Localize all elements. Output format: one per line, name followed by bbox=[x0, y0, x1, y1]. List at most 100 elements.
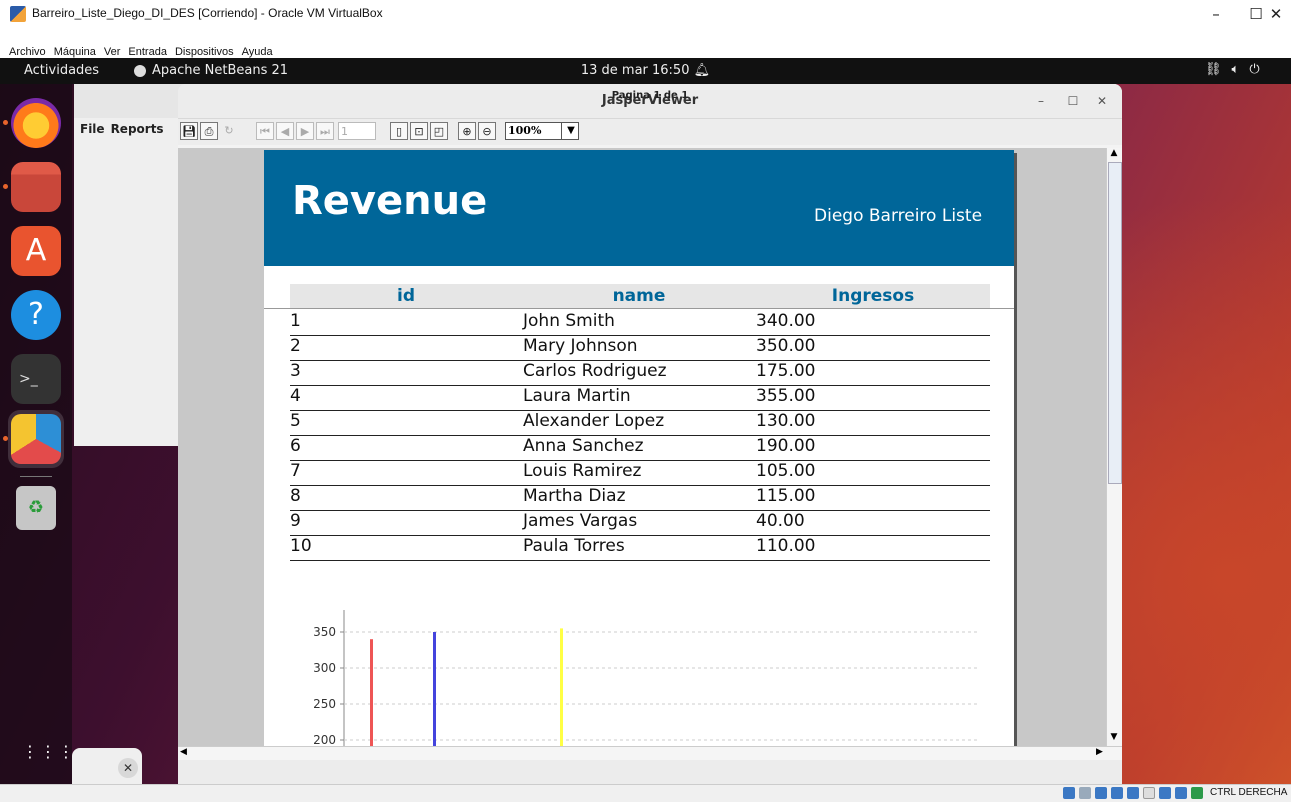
reload-icon[interactable]: ↻ bbox=[220, 122, 238, 140]
menu-entrada[interactable]: Entrada bbox=[128, 46, 167, 58]
zoom-in-icon[interactable]: ⊕ bbox=[458, 122, 476, 140]
table-row: 8 Martha Diaz 115.00 bbox=[290, 485, 990, 511]
table-row: 4 Laura Martin 355.00 bbox=[290, 385, 990, 411]
zoom-out-icon[interactable]: ⊖ bbox=[478, 122, 496, 140]
files-icon[interactable] bbox=[11, 162, 61, 212]
mouse-integration-icon[interactable] bbox=[1191, 787, 1203, 799]
save-icon[interactable]: 💾︎ bbox=[180, 122, 198, 140]
last-page-icon[interactable]: ⏭ bbox=[316, 122, 334, 140]
menu-ver[interactable]: Ver bbox=[104, 46, 121, 58]
gnome-top-bar: Actividades Apache NetBeans 21 13 de mar… bbox=[0, 58, 1291, 84]
scroll-right-icon[interactable]: ▶ bbox=[1096, 747, 1103, 757]
menu-ayuda[interactable]: Ayuda bbox=[242, 46, 273, 58]
trash-icon[interactable]: ♻ bbox=[16, 486, 56, 530]
virtualbox-logo-icon bbox=[10, 6, 26, 22]
recording-icon[interactable] bbox=[1175, 787, 1187, 799]
help-icon[interactable]: ? bbox=[11, 290, 61, 340]
cell-ingresos: 350.00 bbox=[756, 336, 816, 356]
y-tick-label: 250 bbox=[313, 697, 336, 711]
window-title: Barreiro_Liste_Diego_DI_DES [Corriendo] … bbox=[32, 6, 383, 20]
netbeans-icon[interactable] bbox=[11, 414, 61, 464]
cell-name: Paula Torres bbox=[523, 536, 625, 556]
bell-icon: 🔔︎ bbox=[693, 63, 711, 78]
clock[interactable]: 13 de mar 16:50 🔔︎ bbox=[0, 63, 1291, 78]
cell-name: Alexander Lopez bbox=[523, 411, 665, 431]
dock: A ? >_ ♻ ⋮⋮⋮ bbox=[0, 84, 74, 784]
cell-ingresos: 340.00 bbox=[756, 311, 816, 331]
next-page-icon[interactable]: ▶ bbox=[296, 122, 314, 140]
system-tray[interactable]: ⛓ 🔈︎ ⏻ bbox=[1205, 62, 1260, 77]
fit-width-icon[interactable]: ◰ bbox=[430, 122, 448, 140]
viewer-toolbar: 💾︎ ⎙ ↻ ⏮ ◀ ▶ ⏭ 1 ▯ ⊡ ◰ ⊕ ⊖ 100% ▼ bbox=[178, 119, 1122, 145]
y-tick-label: 350 bbox=[313, 625, 336, 639]
chart-bar bbox=[560, 628, 563, 746]
scroll-left-icon[interactable]: ◀ bbox=[180, 747, 187, 757]
optical-icon[interactable] bbox=[1079, 787, 1091, 799]
chart-bar bbox=[433, 632, 436, 746]
disk-icon[interactable] bbox=[1063, 787, 1075, 799]
cell-ingresos: 115.00 bbox=[756, 486, 816, 506]
cell-id: 3 bbox=[290, 361, 301, 381]
first-page-icon[interactable]: ⏮ bbox=[256, 122, 274, 140]
print-icon[interactable]: ⎙ bbox=[200, 122, 218, 140]
host-key-label: CTRL DERECHA bbox=[1210, 787, 1288, 798]
shared-folder-icon[interactable] bbox=[1143, 787, 1155, 799]
close-icon[interactable]: ✕ bbox=[118, 758, 138, 778]
scroll-up-icon[interactable]: ▲ bbox=[1108, 148, 1120, 160]
cell-name: Anna Sanchez bbox=[523, 436, 644, 456]
y-tick-label: 200 bbox=[313, 733, 336, 746]
actual-size-icon[interactable]: ▯ bbox=[390, 122, 408, 140]
y-tick-label: 300 bbox=[313, 661, 336, 675]
firefox-icon[interactable] bbox=[11, 98, 61, 148]
column-header-id: id bbox=[397, 286, 415, 306]
cell-ingresos: 130.00 bbox=[756, 411, 816, 431]
cell-name: Carlos Rodriguez bbox=[523, 361, 667, 381]
cell-id: 7 bbox=[290, 461, 301, 481]
cell-ingresos: 105.00 bbox=[756, 461, 816, 481]
cell-name: James Vargas bbox=[523, 511, 638, 531]
menu-maquina[interactable]: Máquina bbox=[54, 46, 96, 58]
minimize-button[interactable]: – bbox=[1196, 2, 1236, 26]
report-header: Revenue Diego Barreiro Liste bbox=[264, 150, 1014, 266]
terminal-icon[interactable]: >_ bbox=[11, 354, 61, 404]
cell-name: Mary Johnson bbox=[523, 336, 638, 356]
previous-page-icon[interactable]: ◀ bbox=[276, 122, 294, 140]
cell-name: John Smith bbox=[523, 311, 615, 331]
cell-id: 2 bbox=[290, 336, 301, 356]
menu-reports[interactable]: Reports bbox=[111, 122, 164, 136]
divider bbox=[264, 308, 1014, 309]
display-icon[interactable] bbox=[1159, 787, 1171, 799]
table-row: 2 Mary Johnson 350.00 bbox=[290, 335, 990, 361]
menu-dispositivos[interactable]: Dispositivos bbox=[175, 46, 234, 58]
clock-label: 13 de mar 16:50 bbox=[580, 63, 690, 78]
horizontal-scrollbar[interactable] bbox=[178, 746, 1122, 761]
scroll-down-icon[interactable]: ▼ bbox=[1108, 732, 1120, 744]
column-header-name: name bbox=[612, 286, 666, 306]
audio-icon[interactable] bbox=[1095, 787, 1107, 799]
vertical-scroll-thumb[interactable] bbox=[1108, 162, 1122, 484]
menu-file[interactable]: File bbox=[80, 122, 105, 136]
software-center-icon[interactable]: A bbox=[11, 226, 61, 276]
vm-screen: Actividades Apache NetBeans 21 13 de mar… bbox=[0, 58, 1291, 784]
close-button[interactable]: ✕ bbox=[1256, 2, 1291, 26]
cell-name: Laura Martin bbox=[523, 386, 631, 406]
volume-icon: 🔈︎ bbox=[1231, 62, 1240, 77]
menu-archivo[interactable]: Archivo bbox=[9, 46, 46, 58]
page-number-input[interactable]: 1 bbox=[338, 122, 376, 140]
cell-ingresos: 190.00 bbox=[756, 436, 816, 456]
dock-separator bbox=[20, 476, 52, 477]
show-apps-icon[interactable]: ⋮⋮⋮ bbox=[22, 744, 76, 760]
network-icon: ⛓ bbox=[1205, 62, 1222, 77]
network-adapter-icon[interactable] bbox=[1111, 787, 1123, 799]
running-indicator bbox=[3, 120, 8, 125]
cell-name: Louis Ramirez bbox=[523, 461, 642, 481]
usb-icon[interactable] bbox=[1127, 787, 1139, 799]
cell-id: 4 bbox=[290, 386, 301, 406]
netbeans-menubar: File Reports bbox=[80, 122, 164, 136]
cell-ingresos: 40.00 bbox=[756, 511, 805, 531]
fit-page-icon[interactable]: ⊡ bbox=[410, 122, 428, 140]
power-icon: ⏻ bbox=[1249, 62, 1260, 77]
revenue-chart: 200 250 300 350 bbox=[313, 610, 980, 746]
chevron-down-icon[interactable]: ▼ bbox=[561, 122, 580, 140]
report-page: Revenue Diego Barreiro Liste id name Ing… bbox=[264, 150, 1014, 746]
